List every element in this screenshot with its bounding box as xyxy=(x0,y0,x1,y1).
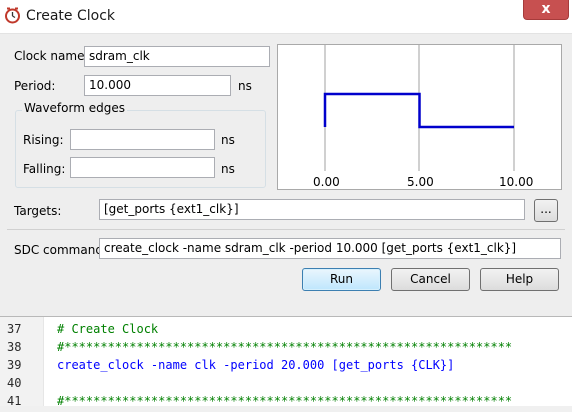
line-number: 39 xyxy=(7,358,22,372)
window-title: Create Clock xyxy=(26,8,116,24)
line-number: 37 xyxy=(7,322,22,336)
period-input[interactable]: 10.000 xyxy=(84,75,231,96)
rising-unit: ns xyxy=(221,133,235,147)
waveform-preview: 0.00 5.00 10.00 xyxy=(277,44,562,190)
clock-name-label: Clock name: xyxy=(14,49,89,63)
code-line: 39 create_clock -name clk -period 20.000… xyxy=(0,358,572,376)
code-text: #***************************************… xyxy=(57,340,513,354)
code-line: 38 #************************************… xyxy=(0,340,572,358)
code-line: 40 xyxy=(0,376,572,394)
help-button[interactable]: Help xyxy=(480,268,559,291)
code-text: create_clock -name clk -period 20.000 [g… xyxy=(57,358,454,372)
period-label: Period: xyxy=(14,79,56,93)
rising-input[interactable] xyxy=(70,129,215,150)
falling-label: Falling: xyxy=(23,162,66,176)
clock-waveform-line xyxy=(323,92,514,129)
separator xyxy=(7,229,565,230)
clock-app-icon xyxy=(5,7,20,24)
code-line: 37 # Create Clock xyxy=(0,322,572,340)
rising-label: Rising: xyxy=(23,133,64,147)
run-button[interactable]: Run xyxy=(302,268,381,291)
period-unit: ns xyxy=(238,79,252,93)
falling-unit: ns xyxy=(221,162,235,176)
browse-targets-button[interactable]: ... xyxy=(534,199,558,222)
targets-label: Targets: xyxy=(14,204,62,218)
tick-label-10: 10.00 xyxy=(499,175,533,189)
tick-label-0: 0.00 xyxy=(313,175,340,189)
waveform-edges-label: Waveform edges xyxy=(22,101,127,115)
targets-input[interactable]: [get_ports {ext1_clk}] xyxy=(99,199,525,220)
clock-name-input[interactable]: sdram_clk xyxy=(84,46,270,67)
cancel-button[interactable]: Cancel xyxy=(391,268,470,291)
title-bar: Create Clock x xyxy=(0,0,572,34)
waveform-svg: 0.00 5.00 10.00 xyxy=(313,45,533,189)
falling-input[interactable] xyxy=(70,157,215,178)
sdc-command-field[interactable]: create_clock -name sdram_clk -period 10.… xyxy=(99,238,561,259)
sdc-command-label: SDC command: xyxy=(14,243,107,257)
close-button[interactable]: x xyxy=(523,0,569,20)
code-text: # Create Clock xyxy=(57,322,159,336)
command-argument: [get_ports {CLK}] xyxy=(331,358,455,372)
command-keyword: create_clock -name clk -period 20.000 xyxy=(57,358,332,372)
close-icon: x xyxy=(541,1,551,17)
line-number: 40 xyxy=(7,376,22,390)
code-editor[interactable]: 37 # Create Clock 38 #******************… xyxy=(0,317,572,408)
create-clock-dialog: Create Clock x Clock name: sdram_clk Per… xyxy=(0,0,572,317)
tick-label-5: 5.00 xyxy=(407,175,434,189)
code-line: 41 #************************************… xyxy=(0,394,572,412)
line-number: 38 xyxy=(7,340,22,354)
